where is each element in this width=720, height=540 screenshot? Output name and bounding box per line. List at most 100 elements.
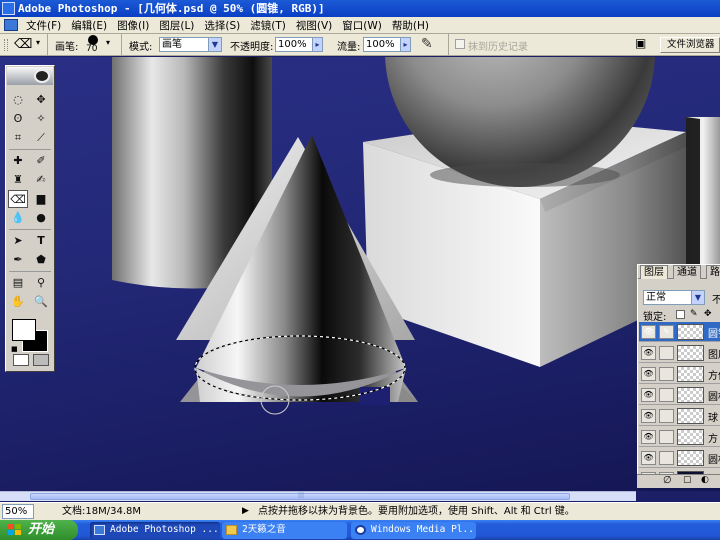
menu-layer[interactable]: 图层(L) bbox=[154, 18, 199, 33]
adjustment-layer-icon[interactable]: ◐ bbox=[701, 475, 709, 485]
link-icon[interactable] bbox=[659, 451, 674, 465]
eyedropper-tool-icon[interactable]: ⚲ bbox=[31, 274, 51, 292]
tab-paths[interactable]: 路 bbox=[706, 265, 720, 279]
standard-mode-icon[interactable] bbox=[13, 354, 29, 366]
tab-channels[interactable]: 通道 bbox=[673, 265, 701, 279]
layer-row[interactable]: 👁 球 bbox=[639, 406, 720, 426]
brush-icon[interactable]: ✎ bbox=[659, 325, 674, 339]
pen-tool-icon[interactable]: ✒ bbox=[8, 251, 28, 269]
lock-transparency-checkbox[interactable] bbox=[676, 310, 685, 319]
link-icon[interactable] bbox=[659, 409, 674, 423]
toolbox-header[interactable] bbox=[7, 67, 53, 85]
hand-tool-icon[interactable]: ✋ bbox=[8, 293, 28, 311]
chevron-down-icon[interactable]: ▼ bbox=[208, 38, 221, 51]
lasso-tool-icon[interactable]: ʘ bbox=[8, 110, 28, 128]
horizontal-scrollbar[interactable]: ||| bbox=[0, 491, 636, 501]
dodge-tool-icon[interactable]: ● bbox=[31, 209, 51, 227]
layer-row[interactable]: 👁 图层 bbox=[639, 343, 720, 363]
brush-picker-chevron-icon[interactable]: ▾ bbox=[106, 38, 110, 47]
brush-size: 70 bbox=[86, 44, 98, 54]
crop-tool-icon[interactable]: ⌗ bbox=[8, 129, 28, 147]
notes-tool-icon[interactable]: ▤ bbox=[8, 274, 28, 292]
photoshop-app-icon bbox=[94, 525, 105, 535]
blend-mode-select[interactable]: 正常 ▼ bbox=[643, 290, 705, 305]
layer-name: 圆柱 bbox=[708, 392, 720, 403]
document-menu-icon[interactable] bbox=[4, 19, 18, 31]
menu-image[interactable]: 图像(I) bbox=[112, 18, 154, 33]
opacity-field[interactable]: 100% ▸ bbox=[275, 37, 323, 52]
layer-style-icon[interactable]: ∅ bbox=[663, 475, 672, 486]
chevron-down-icon[interactable]: ▼ bbox=[691, 291, 704, 304]
eye-icon[interactable]: 👁 bbox=[641, 367, 656, 381]
menu-view[interactable]: 视图(V) bbox=[291, 18, 337, 33]
chevron-down-icon[interactable]: ▾ bbox=[36, 38, 40, 47]
quick-mask-mode-icon[interactable] bbox=[33, 354, 49, 366]
zoom-tool-icon[interactable]: 🔍 bbox=[31, 293, 51, 311]
start-button[interactable]: 开始 bbox=[0, 520, 78, 540]
menu-select[interactable]: 选择(S) bbox=[199, 18, 245, 33]
shape-tool-icon[interactable]: ⬟ bbox=[31, 251, 51, 269]
document-canvas[interactable] bbox=[0, 57, 720, 491]
lock-brush-icon[interactable]: ✎ bbox=[690, 309, 698, 319]
marquee-tool-icon[interactable]: ◌ bbox=[8, 91, 28, 109]
flow-slider-arrow-icon[interactable]: ▸ bbox=[400, 38, 410, 51]
default-colors-icon[interactable]: ■ bbox=[11, 345, 21, 353]
blur-tool-icon[interactable]: 💧 bbox=[8, 209, 28, 227]
menu-filter[interactable]: 滤镜(T) bbox=[245, 18, 291, 33]
history-checkbox[interactable] bbox=[455, 39, 465, 49]
separator bbox=[9, 271, 51, 272]
layer-row[interactable]: 👁 方体 bbox=[639, 364, 720, 384]
airbrush-icon[interactable]: ✎ bbox=[421, 36, 433, 52]
clone-stamp-tool-icon[interactable]: ♜ bbox=[8, 171, 28, 189]
link-icon[interactable] bbox=[659, 367, 674, 381]
separator bbox=[9, 149, 51, 150]
magic-wand-tool-icon[interactable]: ✧ bbox=[31, 110, 51, 128]
eye-icon[interactable]: 👁 bbox=[641, 430, 656, 444]
move-tool-icon[interactable]: ✥ bbox=[31, 91, 51, 109]
zoom-field[interactable]: 50% bbox=[2, 504, 34, 519]
task-photoshop[interactable]: Adobe Photoshop ... bbox=[90, 522, 220, 539]
menu-window[interactable]: 窗口(W) bbox=[337, 18, 387, 33]
layer-row[interactable]: 👁✎ 圆锥 bbox=[639, 322, 720, 342]
eye-icon[interactable]: 👁 bbox=[641, 325, 656, 339]
lock-move-icon[interactable]: ✥ bbox=[704, 309, 712, 319]
eye-icon[interactable]: 👁 bbox=[641, 388, 656, 402]
eye-icon[interactable]: 👁 bbox=[641, 346, 656, 360]
status-menu-arrow-icon[interactable]: ▶ bbox=[242, 503, 249, 519]
opacity-slider-arrow-icon[interactable]: ▸ bbox=[312, 38, 322, 51]
palette-well-icon[interactable]: ▣ bbox=[635, 36, 646, 50]
eye-icon[interactable]: 👁 bbox=[641, 409, 656, 423]
type-tool-icon[interactable]: T bbox=[31, 232, 51, 250]
link-icon[interactable] bbox=[659, 430, 674, 444]
menu-edit[interactable]: 编辑(E) bbox=[66, 18, 112, 33]
healing-brush-tool-icon[interactable]: ✚ bbox=[8, 152, 28, 170]
options-grip[interactable] bbox=[4, 39, 8, 51]
layer-name: 方体 bbox=[708, 371, 720, 382]
layer-row[interactable]: 👁 圆柱 bbox=[639, 385, 720, 405]
eraser-tool-preset-icon[interactable]: ⌫ bbox=[14, 37, 32, 52]
history-brush-tool-icon[interactable]: ✍ bbox=[31, 171, 51, 189]
menu-file[interactable]: 文件(F) bbox=[21, 18, 66, 33]
eraser-tool-icon[interactable]: ⌫ bbox=[8, 190, 28, 208]
menu-help[interactable]: 帮助(H) bbox=[387, 18, 434, 33]
tab-layers[interactable]: 图层 bbox=[640, 265, 668, 279]
slice-tool-icon[interactable]: ⟋ bbox=[31, 129, 51, 147]
adobe-online-icon[interactable] bbox=[34, 69, 50, 83]
eye-icon[interactable]: 👁 bbox=[641, 451, 656, 465]
separator bbox=[9, 229, 51, 230]
brush-tool-icon[interactable]: ✐ bbox=[31, 152, 51, 170]
task-media-player[interactable]: Windows Media Pl... bbox=[351, 522, 476, 539]
flow-field[interactable]: 100% ▸ bbox=[363, 37, 411, 52]
gradient-tool-icon[interactable]: ▆ bbox=[31, 190, 51, 208]
path-selection-tool-icon[interactable]: ➤ bbox=[8, 232, 28, 250]
layer-row[interactable]: 👁 圆柱 bbox=[639, 448, 720, 468]
layer-mask-icon[interactable]: ▢ bbox=[683, 475, 692, 485]
link-icon[interactable] bbox=[659, 388, 674, 402]
mode-select[interactable]: 画笔 ▼ bbox=[159, 37, 222, 52]
link-icon[interactable] bbox=[659, 346, 674, 360]
file-browser-button[interactable]: 文件浏览器 bbox=[660, 37, 720, 53]
task-folder[interactable]: 2天籁之音 bbox=[222, 522, 347, 539]
foreground-color-swatch[interactable] bbox=[12, 319, 36, 341]
layer-row[interactable]: 👁 方 bbox=[639, 427, 720, 447]
start-label: 开始 bbox=[28, 522, 55, 537]
